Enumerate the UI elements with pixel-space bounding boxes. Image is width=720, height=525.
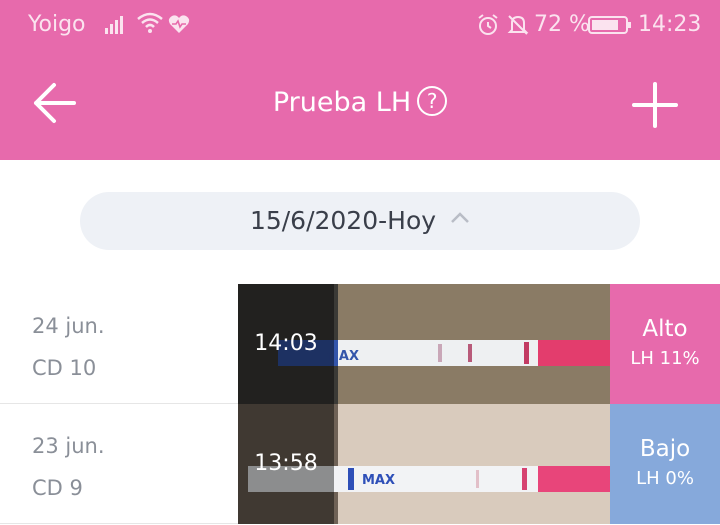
page-title-wrap: Prueba LH? (0, 86, 720, 118)
date-range-selector[interactable]: 15/6/2020-Hoy (80, 192, 640, 250)
battery-icon (588, 16, 631, 34)
test-time: 14:03 (238, 284, 334, 404)
result-badge-high[interactable]: Alto LH 11% (610, 284, 720, 404)
carrier-name: Yoigo (28, 12, 86, 37)
page-title: Prueba LH (272, 87, 412, 118)
result-level: Bajo (639, 436, 691, 462)
result-level: Alto (642, 316, 688, 342)
date-range-label: 15/6/2020-Hoy (249, 206, 437, 235)
battery-percent: 72 % (534, 12, 590, 37)
lh-percent: LH 0% (636, 468, 694, 489)
cycle-day: CD 10 (32, 356, 97, 380)
status-bar: Yoigo 72 % 14:23 (0, 0, 720, 50)
heart-icon (168, 15, 190, 34)
test-date: 23 jun. (32, 434, 105, 458)
app-header: Yoigo 72 % 14:23 Prueba LH ? (0, 0, 720, 160)
bell-off-icon (507, 15, 529, 35)
signal-icon (105, 16, 123, 34)
test-row[interactable]: 23 jun. CD 9 MAX 13:58 Bajo LH 0% (0, 404, 720, 524)
wifi-icon (137, 12, 163, 33)
clock: 14:23 (638, 12, 702, 37)
test-date: 24 jun. (32, 314, 105, 338)
result-badge-low[interactable]: Bajo LH 0% (610, 404, 720, 524)
strip-label: MAX (362, 473, 395, 488)
test-row[interactable]: 24 jun. CD 10 MAX 14:03 Alto LH 11% (0, 284, 720, 404)
chevron-up-icon (451, 212, 469, 223)
test-time: 13:58 (238, 404, 334, 524)
cycle-day: CD 9 (32, 476, 83, 500)
lh-percent: LH 11% (630, 348, 700, 369)
add-test-button[interactable] (630, 80, 680, 130)
alarm-icon (478, 14, 498, 35)
help-icon[interactable]: ? (417, 86, 448, 116)
